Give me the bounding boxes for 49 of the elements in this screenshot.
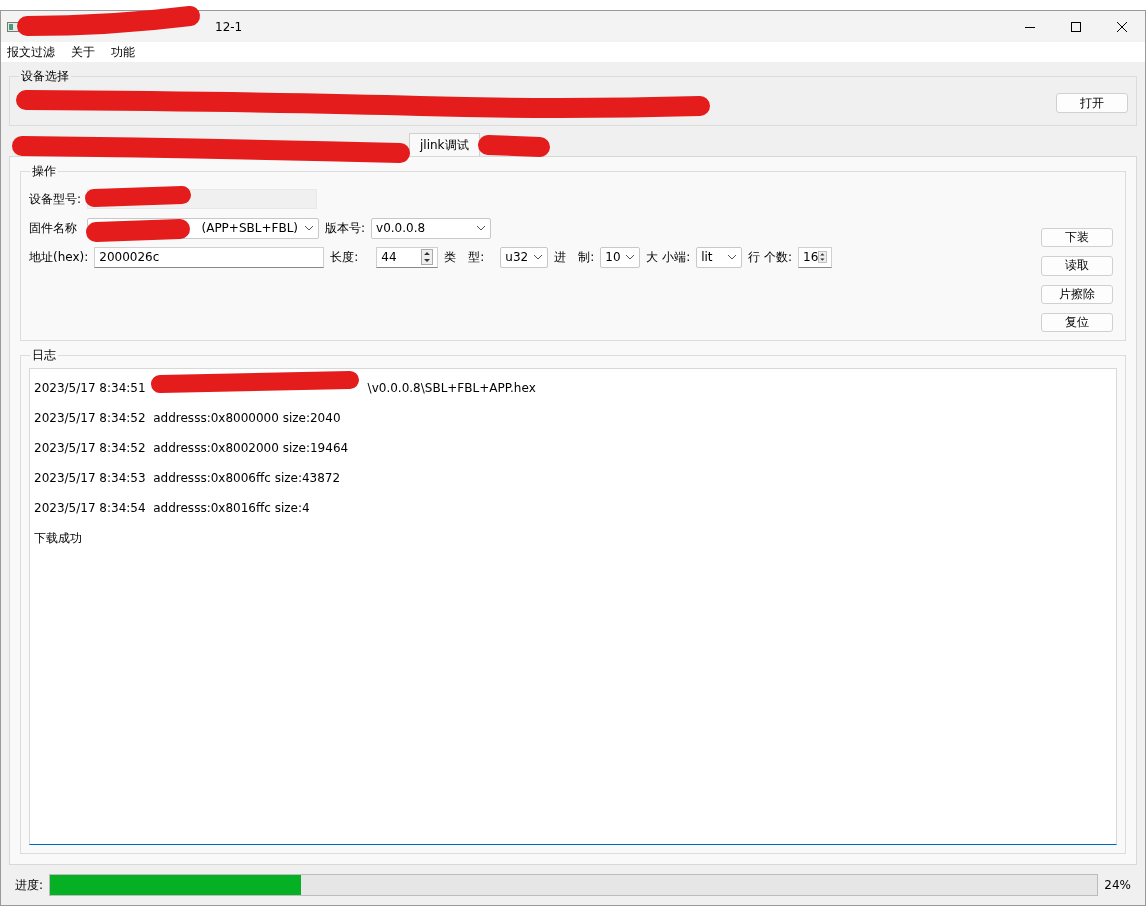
menu-item[interactable]: 报文过滤 xyxy=(7,43,55,61)
maximize-icon xyxy=(1071,21,1081,32)
group-title: 操作 xyxy=(31,163,57,180)
group-title: 设备选择 xyxy=(20,68,70,85)
progress-label: 进度: xyxy=(15,876,44,894)
field-label: 行 个数: xyxy=(748,248,793,266)
group-title: 日志 xyxy=(31,347,57,364)
length-spinbox[interactable]: 44 xyxy=(376,246,439,268)
log-line: 2023/5/17 8:34:52 addresss:0x8002000 size:19464 xyxy=(34,441,349,455)
action-button[interactable]: 下装 xyxy=(1041,228,1113,248)
tab[interactable]: jlink调试 xyxy=(409,133,480,156)
app-icon xyxy=(7,21,19,32)
window-title: 12-1 xyxy=(215,19,243,34)
radix-dropdown[interactable]: 10 xyxy=(600,246,641,268)
action-button[interactable]: 复位 xyxy=(1041,312,1113,332)
action-button[interactable]: 读取 xyxy=(1041,256,1113,276)
log-line: 下载成功 xyxy=(34,529,82,547)
log-line: 2023/5/17 8:34:54 addresss:0x8016ffc size:4 xyxy=(34,501,310,515)
chevron-down-icon xyxy=(304,225,314,231)
address-field[interactable]: 2000026c xyxy=(94,246,325,268)
field-label: 地址(hex): xyxy=(29,248,89,266)
menu-item[interactable]: 关于 xyxy=(71,43,95,61)
chevron-down-icon xyxy=(533,254,544,260)
field-label: 进 制: xyxy=(554,248,595,266)
spin-arrows-icon[interactable] xyxy=(421,249,434,265)
progress-reading: 24% xyxy=(1104,878,1131,892)
chevron-down-icon xyxy=(476,225,487,231)
count-spinbox[interactable]: 16 xyxy=(798,246,833,268)
close-icon xyxy=(1117,21,1127,32)
field-label: 大 小端: xyxy=(646,248,691,266)
spin-arrows-icon[interactable] xyxy=(818,249,828,265)
redaction-mark xyxy=(478,135,550,157)
menu-item[interactable]: 功能 xyxy=(111,43,135,61)
endian-dropdown[interactable]: lit xyxy=(696,246,743,268)
version-dropdown[interactable]: v0.0.0.8 xyxy=(371,217,492,239)
log-line: \v0.0.0.8\SBL+FBL+APP.hex xyxy=(367,381,536,395)
field-label: 设备型号: xyxy=(29,190,82,208)
open-button[interactable]: 打开 xyxy=(1056,93,1128,113)
field-label: 固件名称 xyxy=(29,219,78,237)
field-label: 类 型: xyxy=(444,248,486,266)
log-line: 2023/5/17 8:34:52 addresss:0x8000000 size:2040 xyxy=(34,411,341,425)
log-line: 2023/5/17 8:34:51 xyxy=(34,381,146,395)
type-dropdown[interactable]: u32 xyxy=(500,246,549,268)
chevron-down-icon xyxy=(625,254,636,260)
action-button[interactable]: 片擦除 xyxy=(1041,284,1113,304)
field-label: 版本号: xyxy=(325,219,366,237)
field-label: 长度: xyxy=(330,248,360,266)
chevron-down-icon xyxy=(727,254,738,260)
log-line: 2023/5/17 8:34:53 addresss:0x8006ffc size:43872 xyxy=(34,471,341,485)
